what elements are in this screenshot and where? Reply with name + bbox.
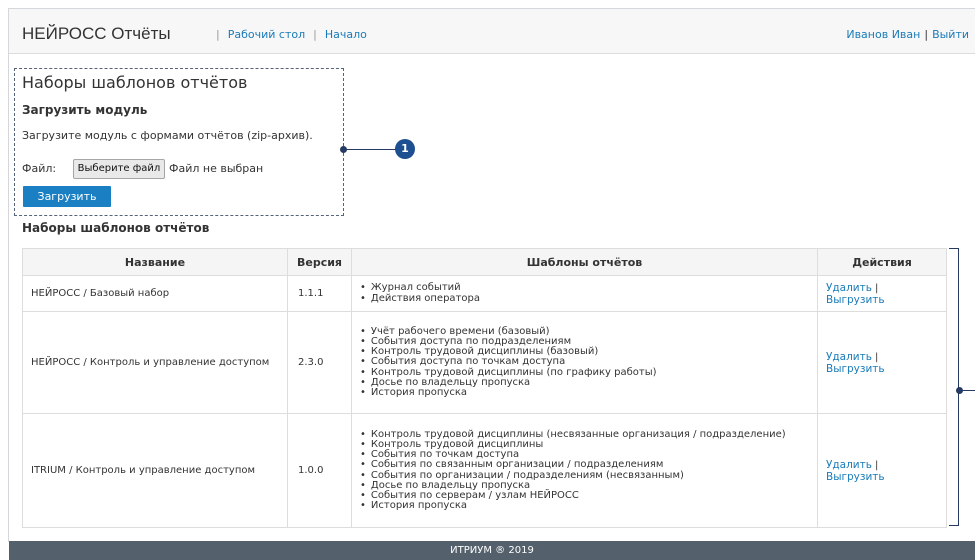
- top-bar: НЕЙРОСС Отчёты | Рабочий стол | Начало Иван…: [9, 9, 975, 54]
- set-version: 2.3.0: [287, 311, 352, 414]
- template-item: История пропуска: [360, 500, 809, 511]
- table-callout-dot: [956, 387, 963, 394]
- callout-badge-1: 1: [395, 139, 415, 159]
- export-link[interactable]: Выгрузить: [826, 471, 885, 483]
- set-version: 1.1.1: [287, 275, 352, 312]
- set-actions: Удалить |Выгрузить: [817, 275, 947, 312]
- template-list: Журнал событий Действия оператора: [360, 283, 809, 304]
- set-name: ITRIUM / Контроль и управление доступом: [22, 413, 288, 528]
- template-item: Журнал событий: [360, 283, 809, 293]
- callout-leader-line: [344, 149, 396, 150]
- export-link[interactable]: Выгрузить: [826, 363, 885, 375]
- set-version: 1.0.0: [287, 413, 352, 528]
- column-header-version: Версия: [287, 248, 352, 276]
- footer: ИТРИУМ ® 2019: [9, 541, 975, 560]
- table-row: ITRIUM / Контроль и управление доступом …: [22, 413, 947, 528]
- table-row: НЕЙРОСС / Контроль и управление доступом…: [22, 311, 947, 414]
- top-nav: | Рабочий стол | Начало: [216, 28, 367, 41]
- logout-link[interactable]: Выйти: [932, 28, 969, 41]
- set-name: НЕЙРОСС / Контроль и управление доступом: [22, 311, 288, 414]
- upload-description: Загрузите модуль с формами отчётов (zip-…: [22, 129, 313, 142]
- page-title: Наборы шаблонов отчётов: [22, 73, 248, 92]
- delete-link[interactable]: Удалить: [826, 351, 872, 363]
- delete-link[interactable]: Удалить: [826, 282, 872, 294]
- file-label: Файл:: [22, 162, 57, 175]
- upload-module-heading: Загрузить модуль: [22, 103, 148, 117]
- template-list: Учёт рабочего времени (базовый) События …: [360, 326, 809, 398]
- user-name-link[interactable]: Иванов Иван: [846, 28, 920, 41]
- set-name: НЕЙРОСС / Базовый набор: [22, 275, 288, 312]
- upload-button[interactable]: Загрузить: [23, 186, 111, 207]
- set-templates: Журнал событий Действия оператора: [351, 275, 818, 312]
- delete-link[interactable]: Удалить: [826, 459, 872, 471]
- template-item: Действия оператора: [360, 293, 809, 304]
- nav-link-desktop[interactable]: Рабочий стол: [228, 28, 305, 41]
- export-link[interactable]: Выгрузить: [826, 294, 885, 306]
- column-header-actions: Действия: [817, 248, 947, 276]
- table-header-row: Название Версия Шаблоны отчётов Действия: [22, 248, 947, 276]
- column-header-templates: Шаблоны отчётов: [351, 248, 818, 276]
- file-status: Файл не выбран: [169, 162, 264, 175]
- set-templates: Контроль трудовой дисциплины (несвязанны…: [351, 413, 818, 528]
- app-title: НЕЙРОСС Отчёты: [22, 24, 171, 43]
- user-menu: Иванов Иван | Выйти: [846, 28, 969, 41]
- set-actions: Удалить |Выгрузить: [817, 413, 947, 528]
- template-list: Контроль трудовой дисциплины (несвязанны…: [360, 429, 809, 512]
- column-header-name: Название: [22, 248, 288, 276]
- set-templates: Учёт рабочего времени (базовый) События …: [351, 311, 818, 414]
- template-sets-table: Название Версия Шаблоны отчётов Действия…: [22, 248, 947, 528]
- table-row: НЕЙРОСС / Базовый набор 1.1.1 Журнал соб…: [22, 275, 947, 312]
- choose-file-button[interactable]: Выберите файл: [73, 159, 165, 179]
- template-item: История пропуска: [360, 387, 809, 398]
- sets-table-title: Наборы шаблонов отчётов: [22, 221, 210, 235]
- nav-link-home[interactable]: Начало: [325, 28, 367, 41]
- set-actions: Удалить |Выгрузить: [817, 311, 947, 414]
- template-item: События по связанным организации / подра…: [360, 460, 809, 470]
